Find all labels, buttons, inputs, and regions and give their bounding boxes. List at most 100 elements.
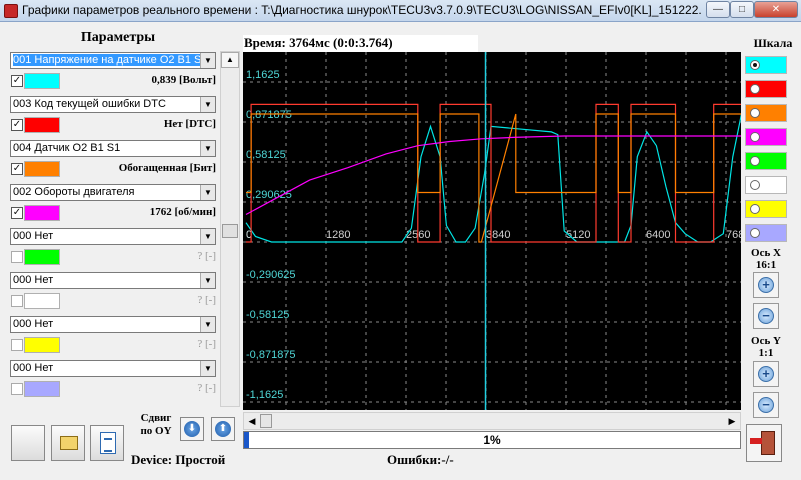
axis-x-title: Ось X 16:1 xyxy=(743,247,789,271)
zoom-y-out-button[interactable]: − xyxy=(753,392,779,418)
param-color-swatch[interactable] xyxy=(24,73,60,89)
scale-radio[interactable] xyxy=(750,156,760,166)
scale-radio[interactable] xyxy=(750,60,760,70)
zoom-y-in-button[interactable]: + xyxy=(753,361,779,387)
scale-color-6[interactable] xyxy=(745,176,787,194)
series-line-3 xyxy=(246,113,741,243)
axis-y-title: Ось Y 1:1 xyxy=(743,335,789,359)
minimize-button[interactable]: — xyxy=(706,1,730,18)
scroll-right-icon[interactable]: ▶ xyxy=(725,414,739,428)
exit-button[interactable] xyxy=(746,424,782,462)
param-checkbox[interactable]: ✓ xyxy=(11,163,23,175)
scale-color-2[interactable] xyxy=(745,80,787,98)
param-select-8[interactable]: 000 Нет ▼ xyxy=(10,360,216,377)
time-scrollbar[interactable]: ◀ ▶ xyxy=(243,412,741,430)
scale-radio[interactable] xyxy=(750,84,760,94)
chevron-down-icon[interactable]: ▼ xyxy=(200,185,215,200)
scroll-left-icon[interactable]: ◀ xyxy=(245,414,259,428)
scale-title: Шкала xyxy=(753,36,793,50)
param-checkbox[interactable]: ✓ xyxy=(11,75,23,87)
params-scrollbar[interactable]: ▲ xyxy=(220,51,240,407)
scale-color-7[interactable] xyxy=(745,200,787,218)
param-color-swatch[interactable] xyxy=(24,161,60,177)
series-line-4 xyxy=(245,135,741,216)
arrow-up-icon: ⬆ xyxy=(215,421,231,437)
shift-label-line1: Сдвиг xyxy=(140,412,172,424)
errors-status: Ошибки:-/- xyxy=(387,452,454,467)
shift-down-button[interactable]: ⬇ xyxy=(180,417,204,441)
param-row-3: ✓ Обогащенная [Бит] xyxy=(10,160,216,180)
axis-y-label: Ось Y xyxy=(751,335,781,347)
scale-color-5[interactable] xyxy=(745,152,787,170)
param-row-6: ? [-] xyxy=(10,292,216,312)
param-color-swatch[interactable] xyxy=(24,381,60,397)
time-scroll-thumb[interactable] xyxy=(260,414,272,428)
scroll-up-icon[interactable]: ▲ xyxy=(221,52,239,68)
chevron-down-icon[interactable]: ▼ xyxy=(200,273,215,288)
progress-bar: 1% xyxy=(243,431,741,449)
title-bar: Графики параметров реального времени : T… xyxy=(0,0,801,22)
params-scroll-thumb[interactable] xyxy=(222,224,238,238)
param-color-swatch[interactable] xyxy=(24,117,60,133)
param-row-4: ✓ 1762 [об/мин] xyxy=(10,204,216,224)
param-value: 0,839 [Вольт] xyxy=(151,74,217,86)
param-checkbox[interactable] xyxy=(11,339,23,351)
param-checkbox[interactable] xyxy=(11,383,23,395)
maximize-button[interactable]: □ xyxy=(730,1,754,18)
scale-radio[interactable] xyxy=(750,228,760,238)
param-select-text: 002 Обороты двигателя xyxy=(13,186,135,198)
chevron-down-icon[interactable]: ▼ xyxy=(200,361,215,376)
axis-y-ratio: 1:1 xyxy=(758,347,774,359)
new-log-button[interactable] xyxy=(11,425,45,461)
param-select-1[interactable]: 001 Напряжение на датчике O2 B1 S1 ▼ xyxy=(10,52,216,69)
save-button[interactable] xyxy=(90,425,124,461)
param-color-swatch[interactable] xyxy=(24,337,60,353)
scale-radio[interactable] xyxy=(750,132,760,142)
param-checkbox[interactable] xyxy=(11,251,23,263)
param-row-5: ? [-] xyxy=(10,248,216,268)
document-icon xyxy=(100,432,116,454)
param-select-2[interactable]: 003 Код текущей ошибки DTC ▼ xyxy=(10,96,216,113)
param-select-text: 001 Напряжение на датчике O2 B1 S1 xyxy=(13,54,208,66)
device-status: Device: Простой xyxy=(131,452,226,467)
param-checkbox[interactable] xyxy=(11,295,23,307)
close-button[interactable]: ✕ xyxy=(754,1,798,18)
series-line-2 xyxy=(246,103,741,243)
chevron-down-icon[interactable]: ▼ xyxy=(200,141,215,156)
scale-color-1[interactable] xyxy=(745,56,787,74)
param-row-7: ? [-] xyxy=(10,336,216,356)
chart-time-label: Время: 3764мс (0:0:3.764) xyxy=(243,35,478,52)
chevron-down-icon[interactable]: ▼ xyxy=(200,317,215,332)
shift-oy-label: Сдвиг по OY xyxy=(134,412,178,438)
param-color-swatch[interactable] xyxy=(24,205,60,221)
scale-color-3[interactable] xyxy=(745,104,787,122)
chevron-down-icon[interactable]: ▼ xyxy=(200,53,215,68)
realtime-chart[interactable]: 1,1625 0,871875 0,58125 0,290625 0 -0,290625-… xyxy=(243,52,741,410)
param-checkbox[interactable]: ✓ xyxy=(11,119,23,131)
scale-radio[interactable] xyxy=(750,180,760,190)
chevron-down-icon[interactable]: ▼ xyxy=(200,229,215,244)
zoom-x-in-button[interactable]: + xyxy=(753,272,779,298)
chevron-down-icon[interactable]: ▼ xyxy=(200,97,215,112)
param-select-5[interactable]: 000 Нет ▼ xyxy=(10,228,216,245)
param-checkbox[interactable]: ✓ xyxy=(11,207,23,219)
param-select-7[interactable]: 000 Нет ▼ xyxy=(10,316,216,333)
param-color-swatch[interactable] xyxy=(24,249,60,265)
param-select-6[interactable]: 000 Нет ▼ xyxy=(10,272,216,289)
open-button[interactable] xyxy=(51,425,85,461)
chart-svg: 1,16250,8718750,581250,2906250-0,290625-… xyxy=(243,52,741,410)
param-select-3[interactable]: 004 Датчик O2 B1 S1 ▼ xyxy=(10,140,216,157)
series-line-1 xyxy=(245,113,741,243)
scale-color-4[interactable] xyxy=(745,128,787,146)
zoom-x-out-button[interactable]: − xyxy=(753,303,779,329)
minus-icon: − xyxy=(758,308,774,324)
params-title: Параметры xyxy=(80,30,156,45)
shift-up-button[interactable]: ⬆ xyxy=(211,417,235,441)
scale-color-8[interactable] xyxy=(745,224,787,242)
param-value: ? [-] xyxy=(197,250,216,262)
param-color-swatch[interactable] xyxy=(24,293,60,309)
scale-radio[interactable] xyxy=(750,204,760,214)
param-value: ? [-] xyxy=(197,338,216,350)
scale-radio[interactable] xyxy=(750,108,760,118)
param-select-4[interactable]: 002 Обороты двигателя ▼ xyxy=(10,184,216,201)
